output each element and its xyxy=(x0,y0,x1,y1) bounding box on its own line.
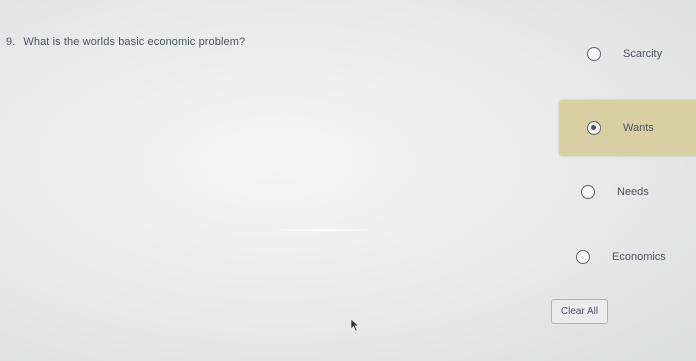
answer-option-scarcity[interactable]: Scarcity xyxy=(587,47,662,61)
answer-option-label: Economics xyxy=(612,251,666,263)
answer-option-label: Scarcity xyxy=(623,48,663,60)
question-number: 9. xyxy=(6,36,16,48)
radio-button-icon[interactable] xyxy=(576,250,590,264)
answer-option-wants[interactable]: Wants xyxy=(559,100,696,156)
radio-button-icon[interactable] xyxy=(581,185,595,199)
answer-option-needs[interactable]: Needs xyxy=(581,185,649,199)
mouse-pointer-icon xyxy=(350,318,360,332)
clear-all-button[interactable]: Clear All xyxy=(551,299,608,324)
screen-glare xyxy=(268,229,378,231)
question-text: 9. What is the worlds basic economic prob… xyxy=(6,36,245,48)
radio-button-icon[interactable] xyxy=(587,47,601,61)
answer-option-label: Wants xyxy=(623,122,654,134)
question-prompt: What is the worlds basic economic proble… xyxy=(23,36,246,48)
answer-option-economics[interactable]: Economics xyxy=(576,250,666,264)
radio-button-selected-icon[interactable] xyxy=(587,121,601,135)
answer-option-label: Needs xyxy=(617,186,649,198)
